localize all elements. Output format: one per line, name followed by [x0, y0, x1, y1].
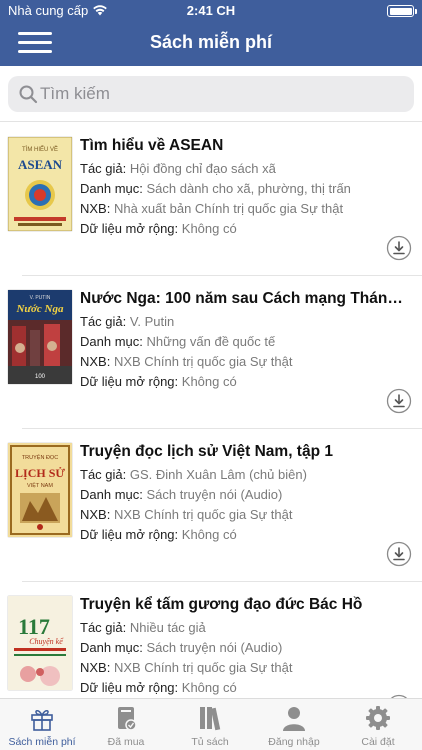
tab-settings[interactable]: Cài đặt [336, 699, 420, 750]
download-icon[interactable] [386, 388, 412, 414]
category-label: Danh mục: [80, 181, 143, 196]
book-title[interactable]: Truyện kể tấm gương đạo đức Bác Hồ [80, 596, 410, 614]
search-icon [19, 85, 38, 104]
purchased-book-icon [118, 707, 137, 731]
gift-icon [31, 710, 53, 731]
svg-text:LỊCH SỬ: LỊCH SỬ [15, 466, 65, 480]
category-label: Danh mục: [80, 640, 143, 655]
book-cover-image: 117 Chuyện kể [8, 596, 72, 690]
svg-text:TRUYỆN ĐỌC: TRUYỆN ĐỌC [22, 453, 58, 461]
tab-label: Đăng nhập [268, 736, 320, 748]
book-author-row: Tác giả: GS. Đinh Xuân Lâm (chủ biên) [80, 467, 410, 482]
svg-text:V. PUTIN: V. PUTIN [30, 295, 51, 301]
book-publisher: NXB Chính trị quốc gia Sự thật [113, 354, 293, 369]
page-title: Sách miễn phí [149, 32, 273, 52]
publisher-label: NXB: [80, 660, 111, 675]
book-extended-row: Dữ liệu mở rộng: Không có [80, 527, 410, 542]
svg-text:117: 117 [18, 614, 50, 639]
svg-text:VIỆT NAM: VIỆT NAM [27, 481, 53, 489]
list-item[interactable]: V. PUTIN Nước Nga 100 Nước Nga: 100 năm … [0, 276, 422, 429]
tab-label: Đã mua [107, 736, 145, 748]
bookshelf-icon [200, 707, 221, 731]
svg-text:TÌM HIỂU VỀ: TÌM HIỂU VỀ [22, 146, 58, 153]
author-label: Tác giả: [80, 620, 127, 635]
book-publisher: NXB Chính trị quốc gia Sự thật [113, 660, 293, 675]
book-list[interactable]: TÌM HIỂU VỀ ASEAN Tìm hiểu về ASEAN Tác … [0, 123, 422, 698]
status-time: 2:41 CH [186, 3, 236, 18]
book-publisher-row: NXB: NXB Chính trị quốc gia Sự thật [80, 660, 410, 675]
search-bar[interactable] [8, 76, 414, 112]
book-category-row: Danh mục: Sách truyện nói (Audio) [80, 640, 410, 655]
extended-label: Dữ liệu mở rộng: [80, 680, 179, 695]
user-icon [283, 707, 305, 731]
book-publisher: Nhà xuất bản Chính trị quốc gia Sự thật [113, 201, 344, 216]
book-title[interactable]: Tìm hiểu về ASEAN [80, 137, 410, 155]
tab-label: Sách miễn phí [8, 736, 76, 748]
book-publisher-row: NXB: NXB Chính trị quốc gia Sự thật [80, 507, 410, 522]
search-bar-container [0, 66, 422, 122]
tab-login[interactable]: Đăng nhập [252, 699, 336, 750]
book-category-row: Danh mục: Sách truyện nói (Audio) [80, 487, 410, 502]
book-author: V. Putin [129, 314, 175, 329]
book-extended-row: Dữ liệu mở rộng: Không có [80, 680, 410, 695]
category-label: Danh mục: [80, 334, 143, 349]
book-category: Sách truyện nói (Audio) [146, 487, 283, 502]
book-category-row: Danh mục: Sách dành cho xã, phường, thị … [80, 181, 410, 196]
book-publisher-row: NXB: NXB Chính trị quốc gia Sự thật [80, 354, 410, 369]
book-title[interactable]: Truyện đọc lịch sử Việt Nam, tập 1 [80, 443, 410, 461]
author-label: Tác giả: [80, 314, 127, 329]
book-author: Nhiều tác giả [129, 620, 206, 635]
tab-label: Cài đặt [361, 736, 395, 748]
author-label: Tác giả: [80, 467, 127, 482]
status-bar: Nhà cung cấp 2:41 CH [0, 0, 422, 22]
book-category: Sách truyện nói (Audio) [146, 640, 283, 655]
book-extended-row: Dữ liệu mở rộng: Không có [80, 221, 410, 236]
svg-text:100: 100 [35, 374, 46, 380]
battery-icon [387, 5, 417, 17]
book-category: Sách dành cho xã, phường, thị trấn [146, 181, 351, 196]
book-extended: Không có [181, 221, 237, 236]
svg-text:Chuyện kể: Chuyện kể [29, 637, 64, 646]
book-extended: Không có [181, 680, 237, 695]
book-cover-image: TRUYỆN ĐỌC LỊCH SỬ VIỆT NAM [8, 443, 72, 537]
tab-purchased[interactable]: Đã mua [84, 699, 168, 750]
book-author: Hội đồng chỉ đạo sách xã [129, 161, 276, 176]
book-cover-image: TÌM HIỂU VỀ ASEAN [8, 137, 72, 231]
list-item[interactable]: TÌM HIỂU VỀ ASEAN Tìm hiểu về ASEAN Tác … [0, 123, 422, 276]
list-item[interactable]: TRUYỆN ĐỌC LỊCH SỬ VIỆT NAM Truyện đọc l… [0, 429, 422, 582]
book-author-row: Tác giả: V. Putin [80, 314, 410, 329]
list-item[interactable]: 117 Chuyện kể Truyện kể tấm gương đạo đứ… [0, 582, 422, 698]
publisher-label: NXB: [80, 354, 111, 369]
svg-text:Nước Nga: Nước Nga [15, 303, 64, 315]
tab-bar: Sách miễn phí Đã mua Tủ sách Đăng nhập C… [0, 698, 422, 750]
book-author-row: Tác giả: Hội đồng chỉ đạo sách xã [80, 161, 410, 176]
book-category-row: Danh mục: Những vấn đề quốc tế [80, 334, 410, 349]
book-extended-row: Dữ liệu mở rộng: Không có [80, 374, 410, 389]
publisher-label: NXB: [80, 507, 111, 522]
book-publisher-row: NXB: Nhà xuất bản Chính trị quốc gia Sự … [80, 201, 410, 216]
category-label: Danh mục: [80, 487, 143, 502]
search-input[interactable] [40, 76, 400, 112]
extended-label: Dữ liệu mở rộng: [80, 221, 179, 236]
book-cover-image: V. PUTIN Nước Nga 100 [8, 290, 72, 384]
extended-label: Dữ liệu mở rộng: [80, 374, 179, 389]
tab-label: Tủ sách [191, 736, 229, 748]
tab-bookshelf[interactable]: Tủ sách [168, 699, 252, 750]
book-category: Những vấn đề quốc tế [146, 334, 276, 349]
gear-icon [366, 706, 390, 730]
app-header: Nhà cung cấp 2:41 CH Sách miễn phí [0, 0, 422, 66]
book-publisher: NXB Chính trị quốc gia Sự thật [113, 507, 293, 522]
publisher-label: NXB: [80, 201, 111, 216]
book-extended: Không có [181, 527, 237, 542]
book-title[interactable]: Nước Nga: 100 năm sau Cách mạng Tháng Mư… [80, 290, 410, 308]
extended-label: Dữ liệu mở rộng: [80, 527, 179, 542]
author-label: Tác giả: [80, 161, 127, 176]
svg-text:ASEAN: ASEAN [18, 157, 63, 172]
download-icon[interactable] [386, 541, 412, 567]
book-extended: Không có [181, 374, 237, 389]
download-icon[interactable] [386, 235, 412, 261]
tab-free-books[interactable]: Sách miễn phí [0, 699, 84, 750]
book-author-row: Tác giả: Nhiều tác giả [80, 620, 410, 635]
book-author: GS. Đinh Xuân Lâm (chủ biên) [129, 467, 307, 482]
